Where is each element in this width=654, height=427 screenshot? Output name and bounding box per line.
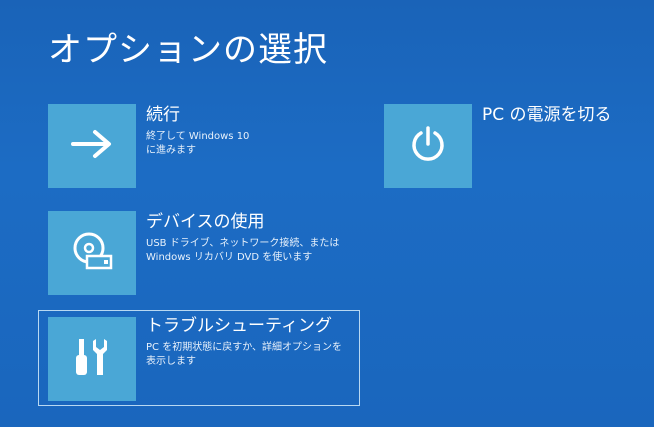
- disc-drive-icon: [69, 230, 115, 276]
- troubleshoot-desc-line2: 表示します: [146, 356, 196, 367]
- power-tile[interactable]: [384, 104, 472, 188]
- continue-desc-line1: 終了して Windows 10: [146, 131, 250, 142]
- arrow-right-icon: [70, 129, 114, 163]
- option-turn-off-pc[interactable]: PC の電源を切る: [384, 104, 612, 188]
- continue-description: 終了して Windows 10 に進みます: [146, 130, 249, 158]
- option-troubleshoot[interactable]: トラブルシューティング PC を初期状態に戻すか、詳細オプションを 表示します: [38, 310, 360, 406]
- continue-desc-line2: に進みます: [146, 145, 196, 156]
- troubleshoot-desc-line1: PC を初期状態に戻すか、詳細オプションを: [146, 342, 342, 353]
- option-continue[interactable]: 続行 終了して Windows 10 に進みます: [48, 104, 249, 188]
- continue-title: 続行: [146, 105, 180, 125]
- page-title: オプションの選択: [48, 30, 328, 70]
- troubleshoot-title: トラブルシューティング: [146, 316, 332, 336]
- continue-tile[interactable]: [48, 104, 136, 188]
- power-title: PC の電源を切る: [482, 105, 612, 125]
- power-icon: [408, 124, 448, 168]
- device-description: USB ドライブ、ネットワーク接続、または Windows リカバリ DVD を…: [146, 237, 339, 265]
- troubleshoot-tile[interactable]: [48, 317, 136, 401]
- device-desc-line1: USB ドライブ、ネットワーク接続、または: [146, 238, 340, 249]
- option-use-device[interactable]: デバイスの使用 USB ドライブ、ネットワーク接続、または Windows リカ…: [48, 211, 339, 295]
- device-title: デバイスの使用: [146, 212, 265, 232]
- tools-icon: [72, 335, 112, 383]
- troubleshoot-description: PC を初期状態に戻すか、詳細オプションを 表示します: [146, 341, 342, 369]
- device-tile[interactable]: [48, 211, 136, 295]
- device-desc-line2: Windows リカバリ DVD を使います: [146, 252, 313, 263]
